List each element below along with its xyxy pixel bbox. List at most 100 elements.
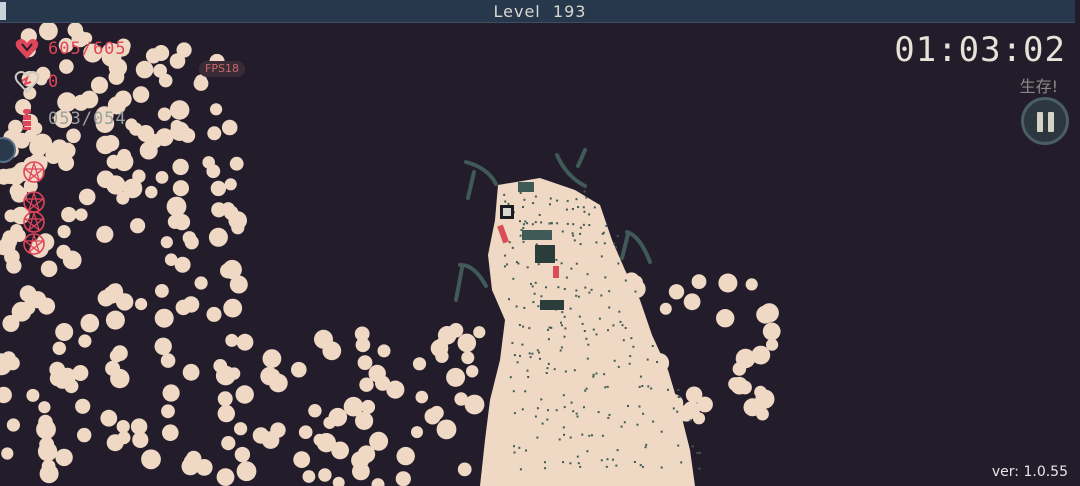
enemy-orb: [55, 448, 73, 467]
mass-speck: [575, 262, 578, 265]
enemy-orb: [96, 135, 115, 155]
mass-speck: [559, 349, 562, 352]
enemy-orb: [75, 398, 91, 414]
mass-speck: [531, 223, 534, 226]
enemy-orb: [96, 225, 114, 243]
mass-speck: [680, 461, 683, 464]
mass-speck: [617, 262, 620, 265]
mass-speck: [529, 356, 532, 359]
level-indicator: Level 193: [0, 2, 1080, 21]
mass-speck: [660, 430, 663, 433]
enemy-orb: [154, 337, 172, 355]
pause-button[interactable]: [1021, 97, 1069, 145]
mass-speck: [534, 415, 537, 418]
mass-speck: [667, 388, 669, 391]
mass-speck: [508, 298, 510, 301]
enemy-orb: [235, 385, 254, 404]
mass-speck: [512, 390, 515, 393]
mass-speck: [512, 277, 515, 280]
enemy-orb: [176, 42, 192, 58]
enemy-orb: [6, 258, 22, 274]
mass-speck: [585, 196, 588, 199]
enemy-orb: [683, 293, 701, 311]
mass-speck: [577, 462, 580, 465]
enemy-orb: [716, 309, 735, 328]
enemy-orb: [206, 306, 222, 322]
enemy-orb: [293, 451, 311, 468]
mass-speck: [604, 276, 607, 279]
enemy-orb: [754, 385, 767, 399]
enemy-orb: [2, 315, 20, 332]
heart-icon: [15, 39, 39, 59]
survive-label: 生存!: [1019, 77, 1058, 96]
mass-speck: [615, 246, 617, 249]
mass-speck: [566, 200, 569, 203]
enemy-orb: [40, 260, 58, 278]
enemy-orb: [194, 276, 208, 290]
mass-speck: [608, 306, 611, 309]
enemy-orb: [355, 337, 371, 353]
enemy-orb: [227, 367, 241, 380]
mass-speck: [532, 301, 535, 304]
mass-speck: [522, 240, 525, 243]
mass-speck: [545, 286, 547, 289]
mass-speck: [584, 286, 587, 289]
mass-speck: [641, 385, 644, 387]
mass-speck: [597, 411, 600, 414]
mass-speck: [572, 223, 575, 226]
mass-speck: [600, 255, 603, 258]
enemy-orb: [78, 334, 92, 348]
enemy-orb: [90, 76, 109, 94]
mass-speck: [564, 370, 567, 373]
mass-speck: [522, 206, 524, 208]
mass-speck: [607, 329, 609, 332]
mass-speck: [534, 221, 537, 224]
enemy-orb: [58, 367, 76, 385]
mass-speck: [571, 232, 574, 235]
enemy-orb: [221, 436, 236, 451]
mass-speck: [531, 352, 534, 355]
enemy-orb: [5, 356, 20, 371]
bullet-icon: [23, 109, 31, 130]
mass-speck: [592, 328, 595, 331]
enemy-orb: [172, 158, 189, 176]
enemy-orb: [352, 462, 370, 481]
mass-speck: [571, 208, 574, 210]
enemy-orb: [234, 422, 248, 436]
enemy-orb: [26, 388, 40, 402]
enemy-orb: [457, 462, 472, 477]
enemy-orb: [39, 464, 59, 484]
mass-speck: [504, 254, 507, 257]
mass-speck: [677, 395, 680, 398]
mass-speck: [577, 206, 580, 208]
mass-speck: [608, 413, 611, 416]
mass-speck: [536, 349, 539, 352]
enemy-orb: [77, 427, 92, 443]
enemy-orb: [691, 274, 707, 289]
mass-speck: [604, 386, 607, 389]
enemy-orb: [411, 426, 423, 439]
mass-speck: [538, 214, 541, 216]
enemy-orb: [377, 344, 391, 358]
enemy-orb: [166, 196, 187, 217]
mass-speck: [586, 450, 589, 453]
enemy-mass: [480, 178, 695, 486]
enemy-orb: [0, 386, 12, 404]
mass-speck: [572, 234, 575, 237]
mass-speck: [606, 458, 609, 461]
enemy-orb: [80, 313, 100, 333]
mass-speck: [533, 292, 536, 295]
enemy-orb: [225, 333, 239, 347]
enemy-orb: [161, 404, 175, 419]
enemy-orb: [105, 360, 121, 376]
mass-speck: [524, 220, 527, 223]
mass-speck: [622, 339, 625, 342]
enemy-orb: [217, 404, 235, 423]
enemy-orb: [359, 377, 374, 392]
mass-speck: [644, 446, 647, 449]
mass-speck: [600, 459, 603, 462]
mass-speck: [563, 335, 566, 338]
mass-speck: [544, 467, 547, 470]
enemy-orb: [697, 396, 713, 413]
mass-speck: [583, 190, 586, 193]
